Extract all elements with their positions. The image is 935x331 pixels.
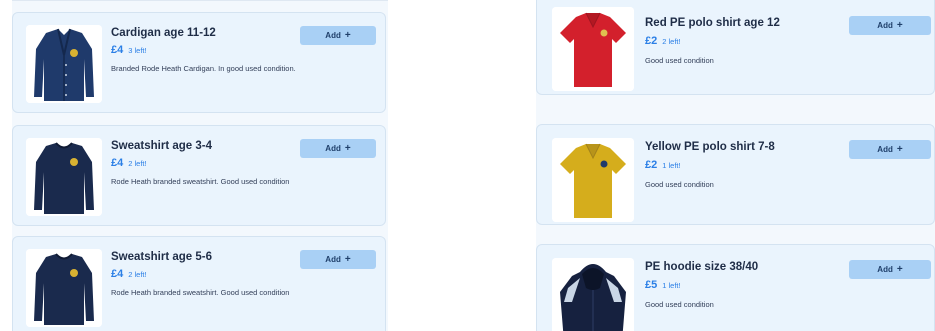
product-title: Sweatshirt age 5-6	[111, 251, 212, 263]
polo-shirt-icon	[552, 138, 634, 222]
plus-icon: +	[344, 29, 351, 41]
product-title: Yellow PE polo shirt 7-8	[645, 141, 775, 153]
stock-count: 3 left!	[128, 46, 147, 55]
product-listing-page: Cardigan age 11-12 £4 3 left! Branded Ro…	[0, 0, 935, 331]
add-button-label: Add	[325, 31, 341, 40]
product-title: Sweatshirt age 3-4	[111, 140, 212, 152]
add-to-basket-button[interactable]: Add +	[300, 250, 376, 269]
product-title: PE hoodie size 38/40	[645, 261, 759, 273]
sweatshirt-icon	[26, 249, 102, 327]
add-to-basket-button[interactable]: Add +	[849, 140, 931, 159]
product-card: PE hoodie size 38/40 £5 1 left! Good use…	[536, 244, 935, 331]
add-to-basket-button[interactable]: Add +	[849, 16, 931, 35]
price-row: £4 2 left!	[111, 157, 147, 169]
price-row: £2 1 left!	[645, 159, 681, 171]
plus-icon: +	[344, 142, 351, 154]
product-price: £4	[111, 268, 124, 280]
stock-count: 1 left!	[662, 281, 681, 290]
product-column-left: Cardigan age 11-12 £4 3 left! Branded Ro…	[12, 0, 388, 331]
product-card: Sweatshirt age 5-6 £4 2 left! Rode Heath…	[12, 236, 386, 331]
stock-count: 2 left!	[662, 37, 681, 46]
price-row: £4 3 left!	[111, 44, 147, 56]
sweatshirt-icon	[26, 138, 102, 216]
plus-icon: +	[896, 19, 903, 31]
price-row: £5 1 left!	[645, 279, 681, 291]
add-to-basket-button[interactable]: Add +	[300, 139, 376, 158]
product-price: £2	[645, 159, 658, 171]
product-price: £2	[645, 35, 658, 47]
plus-icon: +	[896, 263, 903, 275]
add-button-label: Add	[877, 265, 893, 274]
product-description: Rode Heath branded sweatshirt. Good used…	[111, 177, 290, 186]
product-description: Rode Heath branded sweatshirt. Good used…	[111, 288, 290, 297]
plus-icon: +	[896, 143, 903, 155]
price-row: £4 2 left!	[111, 268, 147, 280]
product-description: Good used condition	[645, 56, 714, 65]
hoodie-icon	[552, 258, 634, 331]
cardigan-icon	[26, 25, 102, 103]
add-to-basket-button[interactable]: Add +	[300, 26, 376, 45]
product-description: Good used condition	[645, 180, 714, 189]
product-card: Sweatshirt age 3-4 £4 2 left! Rode Heath…	[12, 125, 386, 226]
stock-count: 2 left!	[128, 270, 147, 279]
product-price: £4	[111, 44, 124, 56]
product-price: £4	[111, 157, 124, 169]
product-card: Red PE polo shirt age 12 £2 2 left! Good…	[536, 0, 935, 95]
product-column-right: Red PE polo shirt age 12 £2 2 left! Good…	[536, 0, 935, 331]
add-button-label: Add	[325, 144, 341, 153]
add-to-basket-button[interactable]: Add +	[849, 260, 931, 279]
product-card: Cardigan age 11-12 £4 3 left! Branded Ro…	[12, 12, 386, 113]
product-price: £5	[645, 279, 658, 291]
product-title: Cardigan age 11-12	[111, 27, 216, 39]
plus-icon: +	[344, 253, 351, 265]
product-description: Good used condition	[645, 300, 714, 309]
stock-count: 2 left!	[128, 159, 147, 168]
add-button-label: Add	[877, 145, 893, 154]
price-row: £2 2 left!	[645, 35, 681, 47]
product-description: Branded Rode Heath Cardigan. In good use…	[111, 64, 296, 73]
product-card: Yellow PE polo shirt 7-8 £2 1 left! Good…	[536, 124, 935, 225]
add-button-label: Add	[325, 255, 341, 264]
stock-count: 1 left!	[662, 161, 681, 170]
add-button-label: Add	[877, 21, 893, 30]
product-title: Red PE polo shirt age 12	[645, 17, 780, 29]
polo-shirt-icon	[552, 7, 634, 91]
